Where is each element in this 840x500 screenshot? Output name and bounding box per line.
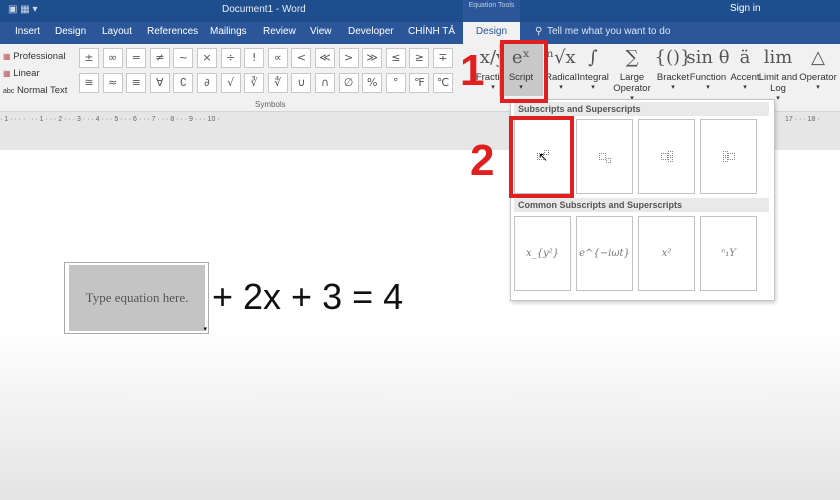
context-label: Equation Tools [463,0,520,22]
tab-insert[interactable]: Insert [15,26,40,37]
symbol-button[interactable]: = [126,48,147,68]
symbol-button[interactable]: ÷ [220,48,241,68]
symbol-button[interactable]: ∂ [197,73,217,93]
symbol-button[interactable]: ∀ [149,73,170,93]
symbol-button[interactable]: ∝ [267,48,288,68]
tell-me-input[interactable]: Tell me what you want to do [547,26,670,37]
subscript-option[interactable] [576,119,633,194]
common-script-nY[interactable]: ⁿ₁Y [700,216,757,291]
structure-icon: lim [763,47,793,68]
structure-icon: ∑ [625,47,639,68]
symbol-button[interactable]: ∞ [102,48,123,68]
symbol-button[interactable]: ∁ [173,73,194,93]
symbol-button[interactable]: ≥ [409,48,430,68]
search-icon[interactable]: ⚲ [535,26,542,37]
highlight-box-1 [500,40,548,103]
structure-icon: △ [811,47,825,68]
structure-integral-button[interactable]: ∫ Integral ▾ [571,44,615,91]
equation-container[interactable]: Type equation here. ▾ [64,262,209,334]
symbol-button[interactable]: ± [79,48,99,68]
structure-label: Operator [799,72,837,83]
linear-button[interactable]: ▦ Linear [3,65,67,82]
symbol-button[interactable]: ∜ [267,73,288,93]
linear-label: Linear [13,68,40,79]
symbol-button[interactable]: × [197,48,217,68]
structure-label: Integral [577,72,609,83]
symbols-group-label: Symbols [255,100,286,109]
symbol-button[interactable]: > [338,48,359,68]
symbol-button[interactable]: ≅ [79,73,99,93]
symbol-button[interactable]: % [362,73,383,93]
symbol-button[interactable]: ∪ [291,73,312,93]
tab-references[interactable]: References [147,26,198,37]
quick-access-icon[interactable]: ▣ ▦ ▾ [8,4,37,15]
ruler-ticks-right: 17 · · · 18 · [785,116,820,123]
structure-label: Large Operator [613,72,651,94]
normal-text-label: Normal Text [16,85,68,96]
symbol-button[interactable]: ° [385,73,406,93]
symbol-button[interactable]: ! [244,48,265,68]
symbol-button[interactable]: √ [220,73,241,93]
structure-operator-button[interactable]: △ Operator ▾ [796,44,840,91]
structure-icon: ∫ [588,47,598,68]
normal-text-button[interactable]: abc Normal Text [3,82,67,100]
sign-in-link[interactable]: Sign in [730,3,761,14]
tab-layout[interactable]: Layout [102,26,132,37]
tab-view[interactable]: View [310,26,332,37]
symbol-button[interactable]: < [291,48,312,68]
symbol-button[interactable]: ∩ [315,73,335,93]
tab-developer[interactable]: Developer [348,26,394,37]
ribbon-tabs: Insert Design Layout References Mailings… [0,22,840,44]
left-sub-superscript-option[interactable] [700,119,757,194]
symbol-button[interactable]: ∅ [338,73,359,93]
symbol-button[interactable]: ∓ [433,48,453,68]
ruler-ticks: · 1 · · · · · · 1 · · · 2 · · · 3 · · · … [0,116,220,123]
title-bar: ▣ ▦ ▾ Document1 - Word Equation Tools Si… [0,0,840,22]
symbol-button[interactable]: ≤ [385,48,406,68]
section-subscripts-superscripts: Subscripts and Superscripts [514,102,769,116]
common-script-x2[interactable]: x² [638,216,695,291]
step-2-label: 2 [470,136,495,185]
tab-review[interactable]: Review [263,26,296,37]
equation-text: + 2x + 3 = 4 [212,276,404,317]
structure-large-operator-button[interactable]: ∑Large Operator▾ [610,44,654,102]
symbol-button[interactable]: ≪ [315,48,335,68]
symbol-button[interactable]: ≡ [126,73,147,93]
symbol-button[interactable]: ℃ [433,73,453,93]
symbol-button[interactable]: ∛ [244,73,265,93]
professional-label: Professional [13,51,66,62]
section-common-scripts: Common Subscripts and Superscripts [514,198,769,212]
common-script-e-iwt[interactable]: e^{−iωt} [576,216,633,291]
professional-button[interactable]: ▦ Professional [3,48,67,65]
highlight-box-2 [509,116,574,198]
window-title: Document1 - Word [222,4,306,15]
equation-placeholder[interactable]: Type equation here. [69,265,205,331]
equation-options-icon[interactable]: ▾ [203,325,207,333]
step-1-label: 1 [460,46,485,95]
sub-superscript-option[interactable] [638,119,695,194]
symbol-button[interactable]: ℉ [409,73,430,93]
tab-mailings[interactable]: Mailings [210,26,247,37]
tab-chinh-ta[interactable]: CHÍNH TẢ [408,26,455,37]
symbol-button[interactable]: ≫ [362,48,383,68]
common-script-x-y2[interactable]: x_{y²} [514,216,571,291]
structure-limit-and-log-button[interactable]: lim Limit and Log ▾ [756,44,800,102]
symbol-button[interactable]: ≈ [102,73,123,93]
symbol-button[interactable]: ≠ [149,48,170,68]
symbol-button[interactable]: ~ [173,48,194,68]
tab-design[interactable]: Design [55,26,86,37]
structure-label: Limit and Log [758,72,798,94]
